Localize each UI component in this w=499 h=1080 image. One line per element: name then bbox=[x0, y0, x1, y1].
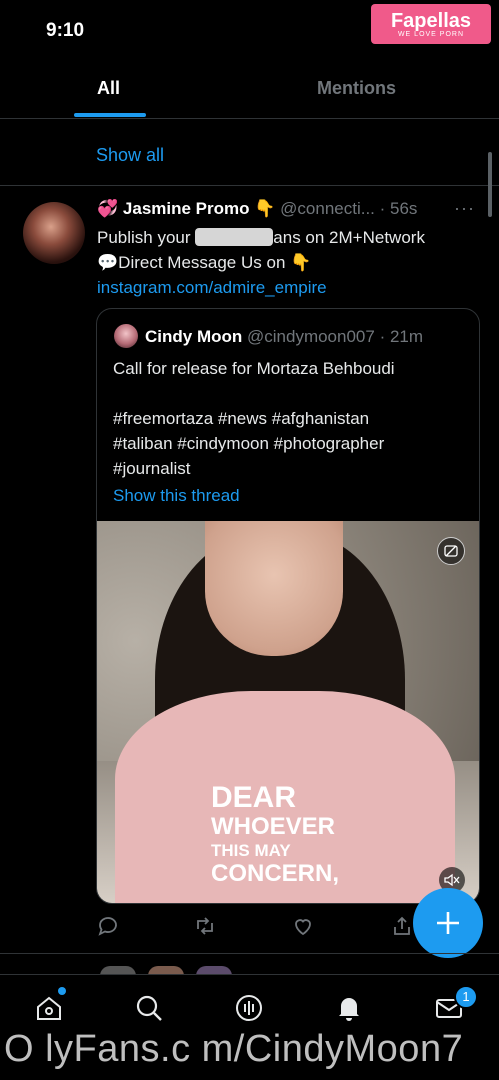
watermark-title: Fapellas bbox=[390, 9, 472, 32]
compose-button[interactable] bbox=[413, 888, 483, 958]
notifications-bell-icon[interactable] bbox=[334, 993, 364, 1023]
caption-line: THIS MAY bbox=[211, 841, 291, 860]
caption-line: DEAR bbox=[211, 781, 297, 814]
quoted-header: Cindy Moon @cindymoon007 · 21m bbox=[145, 327, 423, 347]
tweet-text: Publish your ans on 2M+Network 💬Direct M… bbox=[97, 225, 477, 300]
redacted-block bbox=[195, 228, 274, 246]
show-thread-link[interactable]: Show this thread bbox=[113, 486, 240, 506]
status-time: 9:10 bbox=[46, 20, 85, 41]
pointing-emoji: 👇 bbox=[254, 199, 276, 218]
tweet-line-1b: ans on 2M+Network bbox=[273, 228, 425, 247]
video-media[interactable]: DEAR WHOEVER THIS MAY CONCERN, bbox=[97, 521, 479, 903]
quoted-author-handle: @cindymoon007 bbox=[247, 327, 375, 346]
tab-all[interactable]: All bbox=[97, 78, 120, 99]
watermark-subtitle: WE LOVE PORN bbox=[397, 30, 465, 38]
home-notification-dot bbox=[58, 987, 66, 995]
reply-icon[interactable] bbox=[96, 914, 120, 938]
media-figure-face bbox=[205, 521, 343, 656]
quoted-tweet[interactable]: Cindy Moon @cindymoon007 · 21m Call for … bbox=[96, 308, 480, 904]
notification-tabs: All Mentions bbox=[0, 60, 499, 119]
scrollbar[interactable] bbox=[488, 152, 492, 217]
plus-icon bbox=[437, 912, 459, 934]
divider bbox=[0, 953, 499, 954]
divider bbox=[0, 185, 499, 186]
more-options-icon[interactable]: ··· bbox=[454, 198, 475, 219]
tweet-time: · 56s bbox=[379, 199, 418, 218]
avatar[interactable] bbox=[23, 202, 85, 264]
tweet-author-name[interactable]: Jasmine Promo bbox=[123, 199, 250, 218]
watermark-logo: Fapellas WE LOVE PORN bbox=[371, 4, 491, 44]
quoted-avatar bbox=[114, 324, 138, 348]
spaces-icon[interactable] bbox=[234, 993, 264, 1023]
tweet-line-1a: Publish your bbox=[97, 228, 191, 247]
quoted-author-name: Cindy Moon bbox=[145, 327, 243, 346]
captions-icon-glyph bbox=[444, 545, 458, 557]
like-icon[interactable] bbox=[291, 914, 315, 938]
search-icon[interactable] bbox=[134, 993, 164, 1023]
tweet-actions bbox=[96, 914, 426, 938]
caption-line: WHOEVER bbox=[211, 813, 336, 840]
quoted-text: Call for release for Mortaza Behboudi #f… bbox=[113, 359, 395, 478]
retweet-icon[interactable] bbox=[193, 914, 217, 938]
home-icon[interactable] bbox=[34, 993, 64, 1023]
caption-line: CONCERN, bbox=[211, 860, 340, 887]
captions-icon[interactable] bbox=[437, 537, 465, 565]
heart-emoji: 💞 bbox=[97, 199, 119, 218]
overlay-watermark-text: O lyFans.c m/CindyMoon7 bbox=[4, 1028, 464, 1070]
tweet-line-2: 💬Direct Message Us on 👇 bbox=[97, 253, 312, 272]
tweet-link[interactable]: instagram.com/admire_empire bbox=[97, 275, 477, 300]
active-tab-indicator bbox=[74, 113, 146, 117]
video-caption: DEAR WHOEVER THIS MAY CONCERN, bbox=[211, 783, 339, 886]
tweet-header: 💞 Jasmine Promo 👇 @connecti... · 56s bbox=[97, 199, 487, 219]
tab-mentions[interactable]: Mentions bbox=[317, 78, 396, 99]
share-icon[interactable] bbox=[390, 914, 414, 938]
quoted-time: · 21m bbox=[379, 327, 424, 346]
messages-badge: 1 bbox=[454, 985, 478, 1009]
show-all-link[interactable]: Show all bbox=[96, 145, 164, 166]
speaker-muted-glyph bbox=[444, 873, 460, 887]
tweet-author-handle: @connecti... bbox=[280, 199, 375, 218]
